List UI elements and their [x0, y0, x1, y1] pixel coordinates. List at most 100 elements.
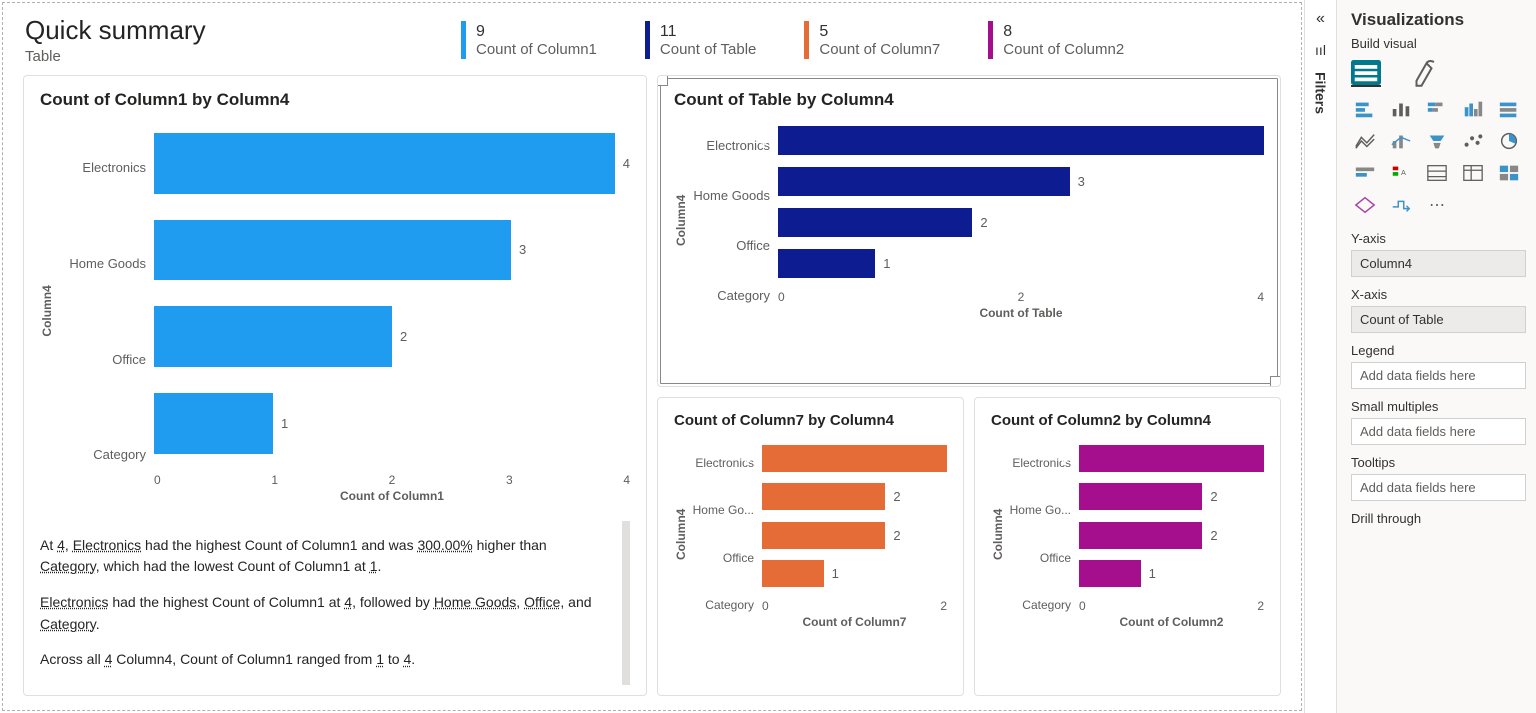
bar-value: 3: [744, 451, 941, 466]
bar[interactable]: [762, 483, 885, 510]
chart-count-column2[interactable]: Count of Column2 by Column4 Column4 Elec…: [974, 397, 1281, 696]
bar[interactable]: 3: [762, 445, 947, 472]
summary-card-0[interactable]: 9 Count of Column1: [461, 21, 597, 59]
data-icon[interactable]: ııl: [1315, 42, 1326, 58]
bar-value: 2: [1210, 528, 1217, 543]
viz-funnel-icon[interactable]: [1423, 129, 1451, 153]
category-label: Category: [1005, 598, 1071, 612]
viz-scatter-icon[interactable]: [1459, 129, 1487, 153]
viz-more-visuals-icon[interactable]: ⋯: [1423, 193, 1451, 217]
x-axis-label: Count of Column7: [762, 615, 947, 629]
bar-value: 1: [832, 566, 839, 581]
bar-value: 1: [1149, 566, 1156, 581]
viz-stacked-100-icon[interactable]: [1495, 97, 1523, 121]
chart-count-column1[interactable]: Count of Column1 by Column4 Column4 Elec…: [23, 75, 647, 696]
chart-title: Count of Column2 by Column4: [991, 412, 1264, 429]
filters-tab-label[interactable]: Filters: [1313, 72, 1329, 114]
svg-text:A: A: [1401, 168, 1406, 177]
header-row: Quick summary Table 9 Count of Column1 1…: [3, 3, 1301, 75]
viz-clustered-column-icon[interactable]: [1387, 97, 1415, 121]
viz-clustered-column-2-icon[interactable]: [1459, 97, 1487, 121]
bar-value: 2: [1210, 489, 1217, 504]
x-axis-label: Count of Table: [778, 306, 1264, 320]
bar[interactable]: 5: [778, 126, 1264, 155]
bar-value: 1: [281, 416, 288, 431]
bar[interactable]: [1079, 522, 1202, 549]
bar-value: 2: [893, 489, 900, 504]
card-stripe: [804, 21, 809, 59]
x-tick: 3: [506, 473, 513, 487]
bar[interactable]: [762, 522, 885, 549]
viz-treemap-icon[interactable]: [1495, 161, 1523, 185]
viz-pie-icon[interactable]: [1495, 129, 1523, 153]
bar-value: 4: [623, 156, 630, 171]
bar-value: 3: [519, 242, 526, 257]
x-tick: 0: [154, 473, 161, 487]
viz-kpi-icon[interactable]: A: [1387, 161, 1415, 185]
small-multiples-field[interactable]: Add data fields here: [1351, 418, 1526, 445]
xaxis-field[interactable]: Count of Table: [1351, 306, 1526, 333]
tooltips-field[interactable]: Add data fields here: [1351, 474, 1526, 501]
bar[interactable]: [154, 133, 615, 194]
viz-stacked-bar-icon[interactable]: [1351, 97, 1379, 121]
field-well-yaxis: Y-axis Column4: [1351, 231, 1526, 277]
bar[interactable]: [1079, 483, 1202, 510]
bar[interactable]: [778, 167, 1070, 196]
field-well-xaxis: X-axis Count of Table: [1351, 287, 1526, 333]
chart-count-column7[interactable]: Count of Column7 by Column4 Column4 Elec…: [657, 397, 964, 696]
y-axis-label: Column4: [991, 439, 1005, 629]
x-tick: 2: [1018, 290, 1025, 304]
viz-line-column-icon[interactable]: [1387, 129, 1415, 153]
category-label: Office: [688, 551, 754, 565]
bar-value: 1: [883, 256, 890, 271]
bar[interactable]: 3: [1079, 445, 1264, 472]
card-value: 9: [476, 23, 597, 41]
category-label: Category: [54, 447, 146, 462]
bar[interactable]: [778, 208, 972, 237]
bar[interactable]: [778, 249, 875, 278]
x-axis-label: Count of Column2: [1079, 615, 1264, 629]
collapse-arrow-icon[interactable]: «: [1316, 10, 1325, 28]
card-value: 11: [660, 23, 756, 41]
x-tick: 1: [271, 473, 278, 487]
viz-gauge-icon[interactable]: [1351, 161, 1379, 185]
viz-table-icon[interactable]: [1423, 161, 1451, 185]
card-stripe: [988, 21, 993, 59]
chart-title: Count of Table by Column4: [674, 90, 1264, 110]
chart-count-table[interactable]: 📌 🔔 ☰ ✎ ⛶ ⋯ Count of Table by Column4 Co…: [657, 75, 1281, 387]
bar-value: 2: [400, 329, 407, 344]
legend-field[interactable]: Add data fields here: [1351, 362, 1526, 389]
field-well-drillthrough: Drill through: [1351, 511, 1526, 526]
x-tick: 4: [623, 473, 630, 487]
summary-card-2[interactable]: 5 Count of Column7: [804, 21, 940, 59]
format-mode-tab[interactable]: [1409, 59, 1439, 87]
x-tick: 4: [1257, 290, 1264, 304]
viz-stacked-bar-100-icon[interactable]: [1423, 97, 1451, 121]
card-stripe: [461, 21, 466, 59]
bar[interactable]: [762, 560, 824, 587]
category-label: Office: [54, 352, 146, 367]
x-tick: 0: [1079, 599, 1086, 613]
summary-card-3[interactable]: 8 Count of Column2: [988, 21, 1124, 59]
bar[interactable]: [154, 393, 273, 454]
field-well-legend: Legend Add data fields here: [1351, 343, 1526, 389]
bar-value: 2: [893, 528, 900, 543]
bar[interactable]: [154, 306, 392, 367]
viz-python-visual-icon[interactable]: [1351, 193, 1379, 217]
yaxis-field[interactable]: Column4: [1351, 250, 1526, 277]
viz-line-icon[interactable]: [1351, 129, 1379, 153]
bar[interactable]: [1079, 560, 1141, 587]
bar[interactable]: [154, 220, 511, 281]
y-axis-label: Column4: [674, 120, 688, 320]
viz-matrix-icon[interactable]: [1459, 161, 1487, 185]
build-mode-tab[interactable]: [1351, 59, 1381, 87]
viz-power-automate-icon[interactable]: [1387, 193, 1415, 217]
y-axis-label: Column4: [674, 439, 688, 629]
report-canvas: Quick summary Table 9 Count of Column1 1…: [2, 2, 1302, 711]
insights-text: At 4, Electronics had the highest Count …: [40, 521, 630, 685]
field-well-small-multiples: Small multiples Add data fields here: [1351, 399, 1526, 445]
bar-value: 5: [760, 133, 1258, 148]
charts-area: Count of Column1 by Column4 Column4 Elec…: [3, 75, 1301, 710]
x-axis-label: Count of Column1: [154, 489, 630, 503]
summary-card-1[interactable]: 11 Count of Table: [645, 21, 756, 59]
